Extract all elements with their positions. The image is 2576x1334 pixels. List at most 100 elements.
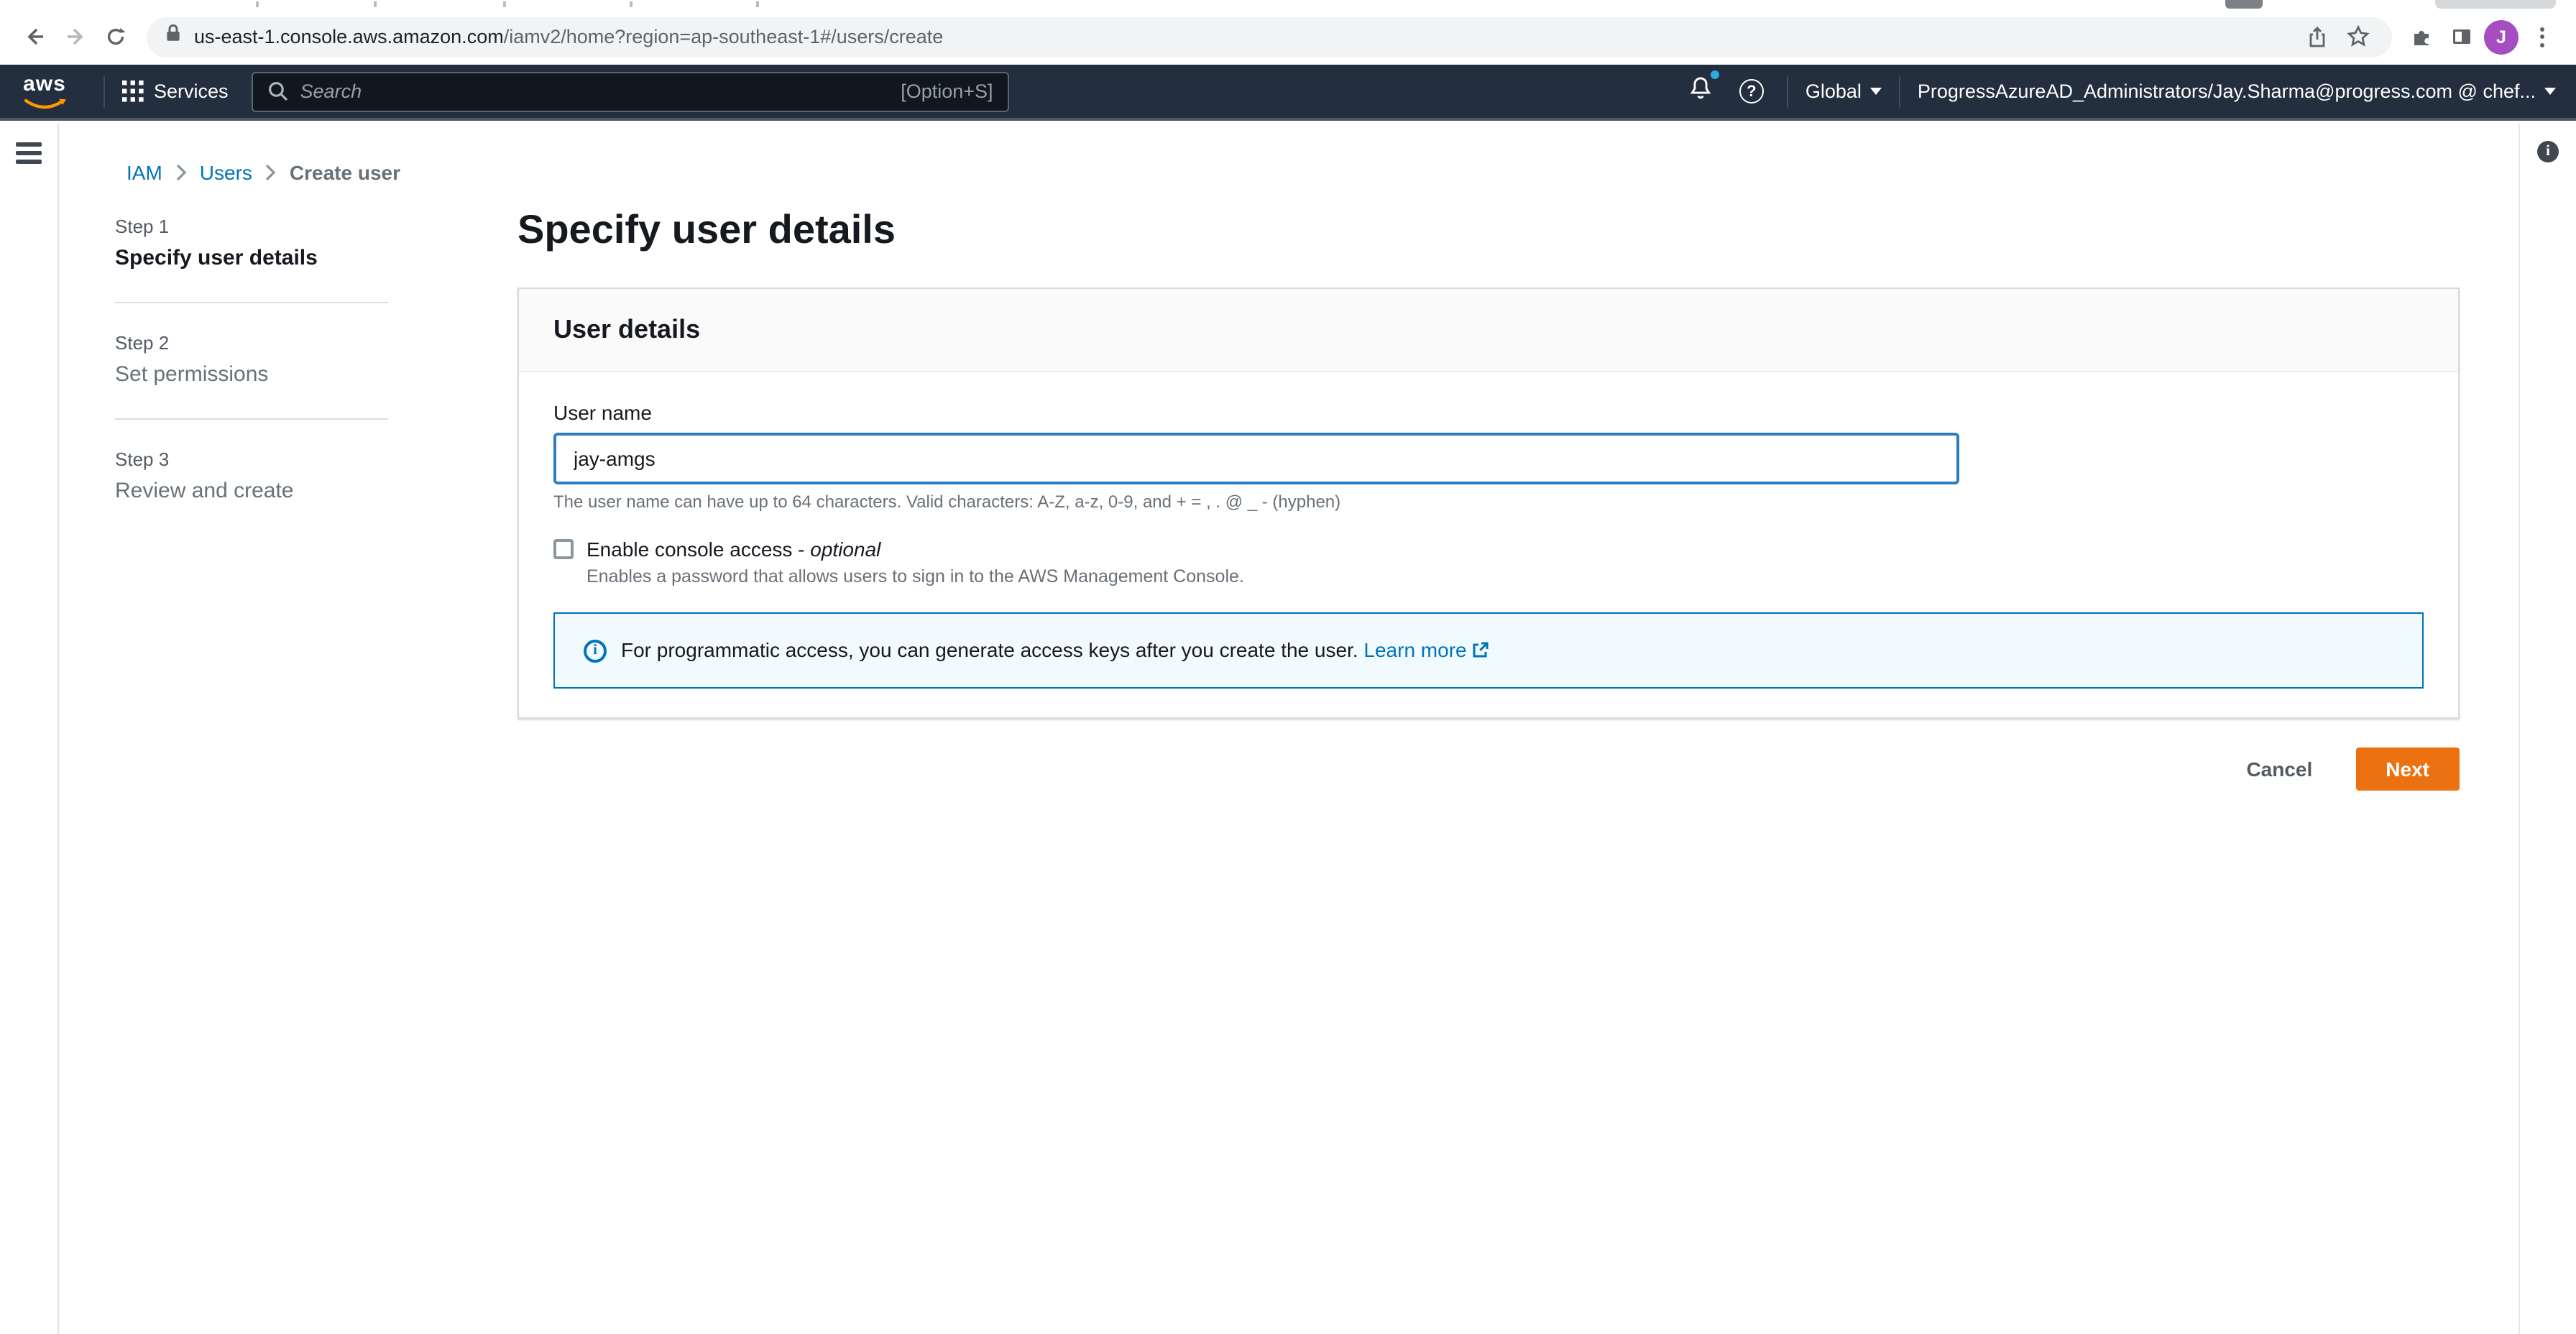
step-title: Review and create (115, 479, 294, 503)
card-body: User name The user name can have up to 6… (519, 372, 2458, 717)
extensions-puzzle-icon[interactable] (2401, 17, 2441, 57)
url-text: us-east-1.console.aws.amazon.com/iamv2/h… (194, 26, 943, 47)
tab-separator (256, 1, 259, 7)
region-label: Global (1805, 80, 1862, 102)
region-selector[interactable]: Global (1806, 80, 1882, 102)
breadcrumb-current: Create user (289, 161, 400, 184)
notification-dot (1710, 70, 1719, 78)
left-rail (0, 124, 59, 1334)
help-button[interactable]: ? (1739, 79, 1764, 104)
account-label: ProgressAzureAD_Administrators/Jay.Sharm… (1917, 80, 2536, 102)
page-title: Specify user details (518, 207, 896, 252)
side-panel-icon[interactable] (2441, 17, 2481, 57)
reload-icon[interactable] (95, 17, 135, 57)
aws-navbar: aws Services [Option+S] ? (0, 65, 2576, 121)
info-alert: i For programmatic access, you can gener… (553, 612, 2424, 689)
bell-icon (1690, 76, 1711, 98)
avatar: J (2484, 19, 2518, 54)
step-label: Step 2 (115, 332, 170, 354)
search-input[interactable] (300, 80, 901, 102)
url-bar[interactable]: us-east-1.console.aws.amazon.com/iamv2/h… (147, 17, 2392, 57)
console-access-row: Enable console access - optional (553, 538, 2424, 561)
bookmark-star-icon[interactable] (2337, 17, 2378, 57)
learn-more-label: Learn more (1363, 638, 1467, 661)
search-shortcut: [Option+S] (901, 80, 993, 102)
tab-separator (630, 1, 632, 7)
username-label: User name (553, 401, 652, 424)
breadcrumb-chevron-icon (266, 164, 277, 181)
content-area: IAM Users Create user Step 1 Specify use… (59, 124, 2517, 1334)
console-page: i IAM Users Create user Step 1 Specify u… (0, 124, 2576, 1334)
info-icon: i (584, 639, 607, 662)
tab-strip (0, 0, 2576, 9)
tab-separator (756, 1, 759, 7)
alert-text: For programmatic access, you can generat… (621, 638, 1490, 663)
step-3[interactable]: Step 3 Review and create (115, 448, 388, 503)
step-divider (115, 418, 388, 420)
console-access-optional: optional (810, 538, 881, 561)
step-title: Set permissions (115, 362, 269, 387)
external-link-icon (1473, 640, 1490, 663)
step-2[interactable]: Step 2 Set permissions (115, 332, 388, 387)
info-panel-icon[interactable]: i (2537, 141, 2559, 162)
right-rail: i (2518, 124, 2576, 1334)
account-menu[interactable]: ProgressAzureAD_Administrators/Jay.Sharm… (1918, 80, 2556, 102)
browser-menu-icon[interactable] (2521, 17, 2562, 57)
wizard-actions: Cancel Next (518, 748, 2460, 791)
url-domain: us-east-1.console.aws.amazon.com (194, 26, 504, 47)
console-access-text: Enable console access - (586, 538, 811, 561)
share-icon[interactable] (2297, 17, 2337, 57)
tab-separator (374, 1, 377, 7)
tab-edge (2225, 0, 2263, 9)
screen: us-east-1.console.aws.amazon.com/iamv2/h… (0, 0, 2576, 1334)
step-label: Step 3 (115, 448, 170, 470)
breadcrumb-iam[interactable]: IAM (126, 161, 162, 184)
user-details-card: User details User name The user name can… (518, 288, 2460, 719)
card-header: User details (519, 289, 2458, 372)
aws-smile (24, 98, 66, 109)
help-glyph: ? (1747, 83, 1757, 100)
username-input[interactable] (553, 433, 1959, 484)
breadcrumb: IAM Users Create user (126, 161, 400, 184)
wizard-steps: Step 1 Specify user details Step 2 Set p… (115, 216, 388, 503)
alert-message: For programmatic access, you can generat… (621, 638, 1358, 661)
cancel-button[interactable]: Cancel (2246, 758, 2312, 781)
step-1[interactable]: Step 1 Specify user details (115, 216, 388, 270)
step-divider (115, 302, 388, 303)
console-access-label[interactable]: Enable console access - optional (586, 538, 880, 561)
services-label: Services (154, 80, 229, 102)
tab-edge (2435, 0, 2556, 9)
aws-logo[interactable]: aws (20, 73, 69, 110)
browser-profile-avatar[interactable]: J (2481, 17, 2521, 57)
browser-toolbar: us-east-1.console.aws.amazon.com/iamv2/h… (0, 9, 2576, 65)
notifications-button[interactable] (1688, 70, 1719, 109)
grid-icon (122, 80, 144, 102)
breadcrumb-chevron-icon (176, 164, 187, 181)
console-access-description: Enables a password that allows users to … (586, 566, 1244, 586)
breadcrumb-users[interactable]: Users (200, 161, 252, 184)
console-access-checkbox[interactable] (553, 539, 574, 559)
forward-icon[interactable] (55, 17, 95, 57)
username-help: The user name can have up to 64 characte… (553, 492, 1341, 512)
step-label: Step 1 (115, 216, 170, 237)
chevron-down-icon (2544, 88, 2556, 95)
learn-more-link[interactable]: Learn more (1363, 638, 1489, 661)
info-glyph: i (593, 643, 597, 658)
main-column: Specify user details User details User n… (518, 207, 2460, 791)
back-icon[interactable] (14, 17, 55, 57)
navbar-divider (104, 75, 105, 107)
chevron-down-icon (1869, 88, 1882, 95)
services-menu[interactable]: Services (122, 80, 229, 102)
info-glyph: i (2546, 144, 2550, 160)
navbar-divider (1898, 75, 1900, 107)
lock-icon (164, 23, 183, 50)
hamburger-menu-icon[interactable] (16, 142, 42, 164)
search-icon (268, 81, 288, 101)
tab-separator (503, 1, 506, 7)
url-path: /iamv2/home?region=ap-southeast-1#/users… (503, 26, 944, 47)
navbar-divider (1786, 75, 1788, 107)
next-button[interactable]: Next (2355, 748, 2460, 791)
aws-logo-text: aws (23, 71, 66, 96)
step-title: Specify user details (115, 246, 318, 270)
console-search[interactable]: [Option+S] (251, 71, 1009, 111)
